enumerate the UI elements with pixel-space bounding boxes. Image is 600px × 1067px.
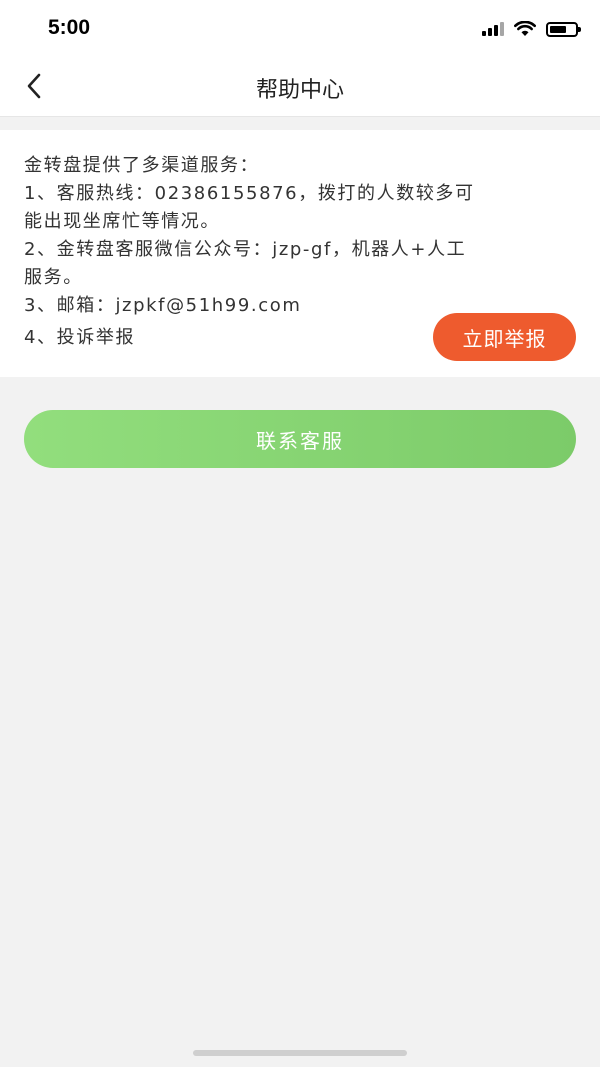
service-info-card: 金转盘提供了多渠道服务： 1、客服热线：02386155876，拨打的人数较多可… (0, 130, 600, 377)
page-title: 帮助中心 (255, 78, 344, 103)
status-bar: 5:00 (0, 0, 600, 56)
info-line-wechat: 2、金转盘客服微信公众号：jzp-gf，机器人+人工 (24, 239, 467, 260)
info-line-intro: 金转盘提供了多渠道服务： (24, 155, 260, 176)
info-line-wechat-cont: 服务。 (24, 267, 83, 288)
info-line-hotline: 1、客服热线：02386155876，拨打的人数较多可 (24, 183, 475, 204)
nav-bar: 帮助中心 (0, 56, 600, 117)
battery-icon (546, 21, 581, 37)
contact-service-button[interactable]: 联系客服 (24, 410, 576, 468)
battery-level (550, 25, 566, 33)
signal-icon (482, 22, 504, 36)
status-time: 5:00 (48, 16, 91, 39)
status-icons (482, 19, 581, 39)
wifi-icon (514, 21, 536, 36)
home-indicator (193, 1050, 407, 1056)
report-button[interactable]: 立即举报 (433, 313, 576, 361)
info-line-hotline-cont: 能出现坐席忙等情况。 (24, 211, 220, 232)
